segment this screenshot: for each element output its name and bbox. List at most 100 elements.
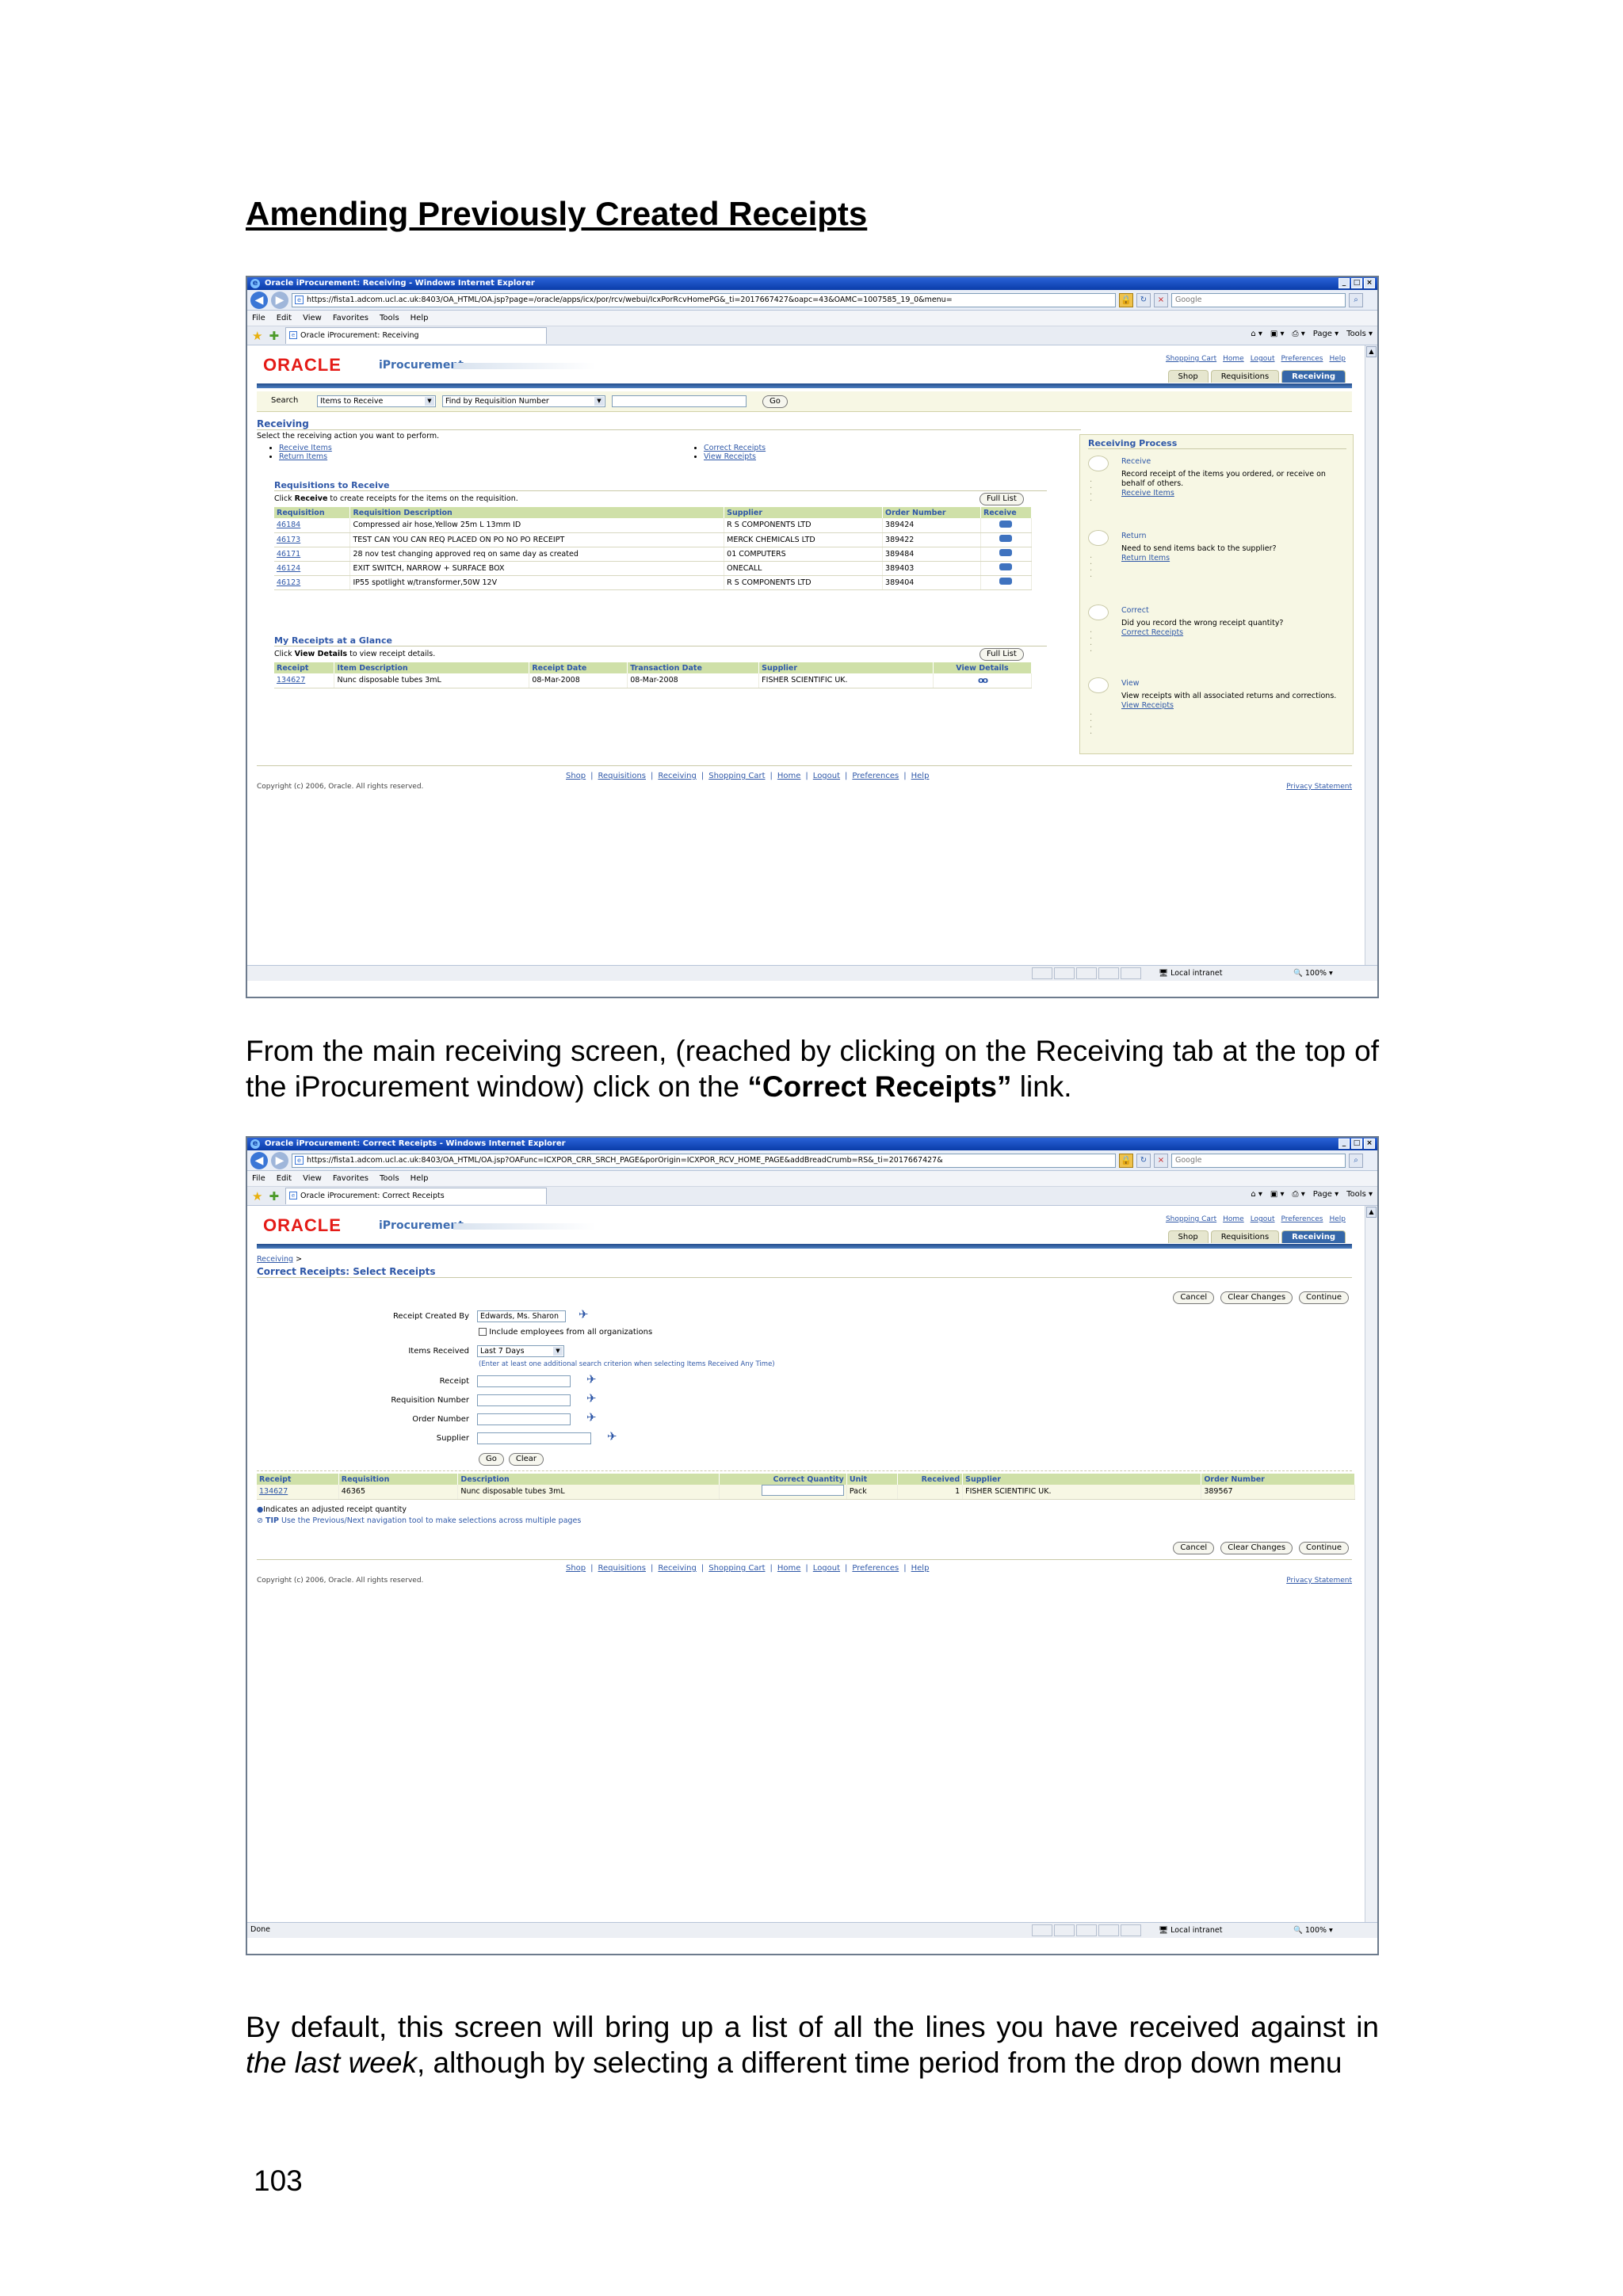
col-receipt[interactable]: Receipt: [274, 662, 335, 673]
footer-shop[interactable]: Shop: [566, 772, 586, 780]
stop-button[interactable]: ×: [1154, 1153, 1168, 1168]
menu-edit[interactable]: Edit: [277, 1171, 292, 1186]
menu-tools[interactable]: Tools: [380, 1171, 399, 1186]
correct-quantity-input[interactable]: [761, 1485, 844, 1497]
browser-tab[interactable]: e Oracle iProcurement: Correct Receipts: [285, 1188, 548, 1204]
flashlight-search-icon[interactable]: ✈: [607, 1429, 617, 1444]
col-requisition[interactable]: Requisition: [338, 1474, 459, 1485]
col-correct-quantity[interactable]: Correct Quantity: [719, 1474, 847, 1485]
requisition-link[interactable]: 46173: [277, 536, 300, 544]
col-unit[interactable]: Unit: [846, 1474, 899, 1485]
vertical-scrollbar[interactable]: ▲▼: [1365, 345, 1377, 981]
print-icon[interactable]: ⎙ ▾: [1293, 330, 1305, 338]
link-home[interactable]: Home: [1223, 355, 1244, 363]
footer-requisitions[interactable]: Requisitions: [598, 1564, 646, 1573]
requisition-field[interactable]: [477, 1394, 571, 1406]
menu-view[interactable]: View: [303, 311, 322, 326]
menu-file[interactable]: File: [252, 311, 265, 326]
tab-shop[interactable]: Shop: [1167, 1230, 1209, 1243]
view-details-icon[interactable]: oo: [978, 675, 988, 685]
link-shopping-cart[interactable]: Shopping Cart: [1166, 355, 1216, 363]
url-field[interactable]: e https://fista1.adcom.ucl.ac.uk:8403/OA_…: [292, 1153, 1116, 1168]
receipt-link[interactable]: 134627: [259, 1487, 288, 1496]
receive-icon[interactable]: [999, 549, 1013, 556]
link-receive-items[interactable]: Receive Items: [279, 444, 332, 452]
add-favorite-icon[interactable]: ✚: [269, 329, 279, 343]
footer-logout[interactable]: Logout: [813, 1564, 840, 1573]
maximize-button[interactable]: □: [1351, 278, 1362, 288]
scroll-up-button[interactable]: ▲: [1366, 346, 1377, 357]
full-list-button[interactable]: Full List: [980, 493, 1024, 505]
minimize-button[interactable]: _: [1338, 1138, 1350, 1149]
link-receive-items[interactable]: Receive Items: [1121, 489, 1174, 498]
minimize-button[interactable]: _: [1338, 278, 1350, 288]
cancel-button[interactable]: Cancel: [1173, 1291, 1215, 1304]
col-receive[interactable]: Receive: [980, 507, 1033, 518]
col-order-number[interactable]: Order Number: [882, 507, 981, 518]
full-list-button[interactable]: Full List: [980, 648, 1024, 661]
menu-view[interactable]: View: [303, 1171, 322, 1186]
footer-shopping-cart[interactable]: Shopping Cart: [708, 772, 765, 780]
refresh-button[interactable]: ↻: [1136, 1153, 1151, 1168]
home-icon[interactable]: ⌂ ▾: [1251, 330, 1262, 338]
zoom-control[interactable]: 🔍 100% ▾: [1293, 1924, 1333, 1938]
go-button[interactable]: Go: [479, 1453, 504, 1466]
menu-file[interactable]: File: [252, 1171, 265, 1186]
favorites-star-icon[interactable]: ★: [252, 329, 262, 343]
continue-button[interactable]: Continue: [1299, 1542, 1349, 1554]
order-number-field[interactable]: [477, 1413, 571, 1425]
lock-icon[interactable]: 🔒: [1119, 292, 1133, 307]
search-box[interactable]: Google: [1171, 292, 1346, 307]
requisition-link[interactable]: 46124: [277, 564, 300, 573]
requisition-link[interactable]: 46184: [277, 521, 300, 529]
receipt-field[interactable]: [477, 1375, 571, 1387]
col-supplier[interactable]: Supplier: [758, 662, 934, 673]
url-field[interactable]: e https://fista1.adcom.ucl.ac.uk:8403/OA_…: [292, 292, 1116, 307]
flashlight-search-icon[interactable]: ✈: [586, 1391, 597, 1405]
forward-button[interactable]: ▶: [271, 1151, 288, 1169]
col-transaction-date[interactable]: Transaction Date: [627, 662, 760, 673]
search-by-select[interactable]: Find by Requisition Number ▼: [442, 395, 605, 407]
flashlight-search-icon[interactable]: ✈: [586, 1372, 597, 1386]
close-button[interactable]: ×: [1364, 278, 1375, 288]
zoom-control[interactable]: 🔍 100% ▾: [1293, 967, 1333, 981]
tab-receiving[interactable]: Receiving: [1281, 370, 1346, 383]
col-item-description[interactable]: Item Description: [334, 662, 530, 673]
footer-shop[interactable]: Shop: [566, 1564, 586, 1573]
menu-favorites[interactable]: Favorites: [333, 311, 369, 326]
tab-shop[interactable]: Shop: [1167, 370, 1209, 383]
link-return-items[interactable]: Return Items: [279, 452, 327, 461]
feeds-icon[interactable]: ▣ ▾: [1270, 1190, 1285, 1199]
link-return-items[interactable]: Return Items: [1121, 554, 1170, 563]
menu-help[interactable]: Help: [411, 1171, 429, 1186]
back-button[interactable]: ◀: [250, 291, 268, 309]
col-receipt[interactable]: Receipt: [257, 1474, 339, 1485]
footer-requisitions[interactable]: Requisitions: [598, 772, 646, 780]
menu-favorites[interactable]: Favorites: [333, 1171, 369, 1186]
link-correct-receipts[interactable]: Correct Receipts: [704, 444, 766, 452]
col-view-details[interactable]: View Details: [933, 662, 1032, 673]
tools-menu[interactable]: Tools ▾: [1346, 330, 1373, 338]
link-logout[interactable]: Logout: [1251, 1215, 1275, 1223]
receive-icon[interactable]: [999, 563, 1013, 570]
receive-icon[interactable]: [999, 578, 1013, 585]
close-button[interactable]: ×: [1364, 1138, 1375, 1149]
footer-help[interactable]: Help: [911, 1564, 930, 1573]
page-menu[interactable]: Page ▾: [1313, 330, 1338, 338]
footer-help[interactable]: Help: [911, 772, 930, 780]
created-by-field[interactable]: [477, 1310, 566, 1322]
search-input[interactable]: [612, 395, 747, 407]
scroll-up-button[interactable]: ▲: [1366, 1207, 1377, 1218]
supplier-field[interactable]: [477, 1432, 591, 1444]
col-description[interactable]: Requisition Description: [349, 507, 725, 518]
col-supplier[interactable]: Supplier: [962, 1474, 1202, 1485]
footer-preferences[interactable]: Preferences: [852, 772, 899, 780]
col-supplier[interactable]: Supplier: [724, 507, 884, 518]
flashlight-search-icon[interactable]: ✈: [586, 1410, 597, 1425]
link-view-receipts[interactable]: View Receipts: [1121, 701, 1174, 710]
menu-edit[interactable]: Edit: [277, 311, 292, 326]
tab-requisitions[interactable]: Requisitions: [1210, 370, 1280, 383]
back-button[interactable]: ◀: [250, 1151, 268, 1169]
tab-receiving[interactable]: Receiving: [1281, 1230, 1346, 1243]
link-help[interactable]: Help: [1329, 1215, 1346, 1223]
